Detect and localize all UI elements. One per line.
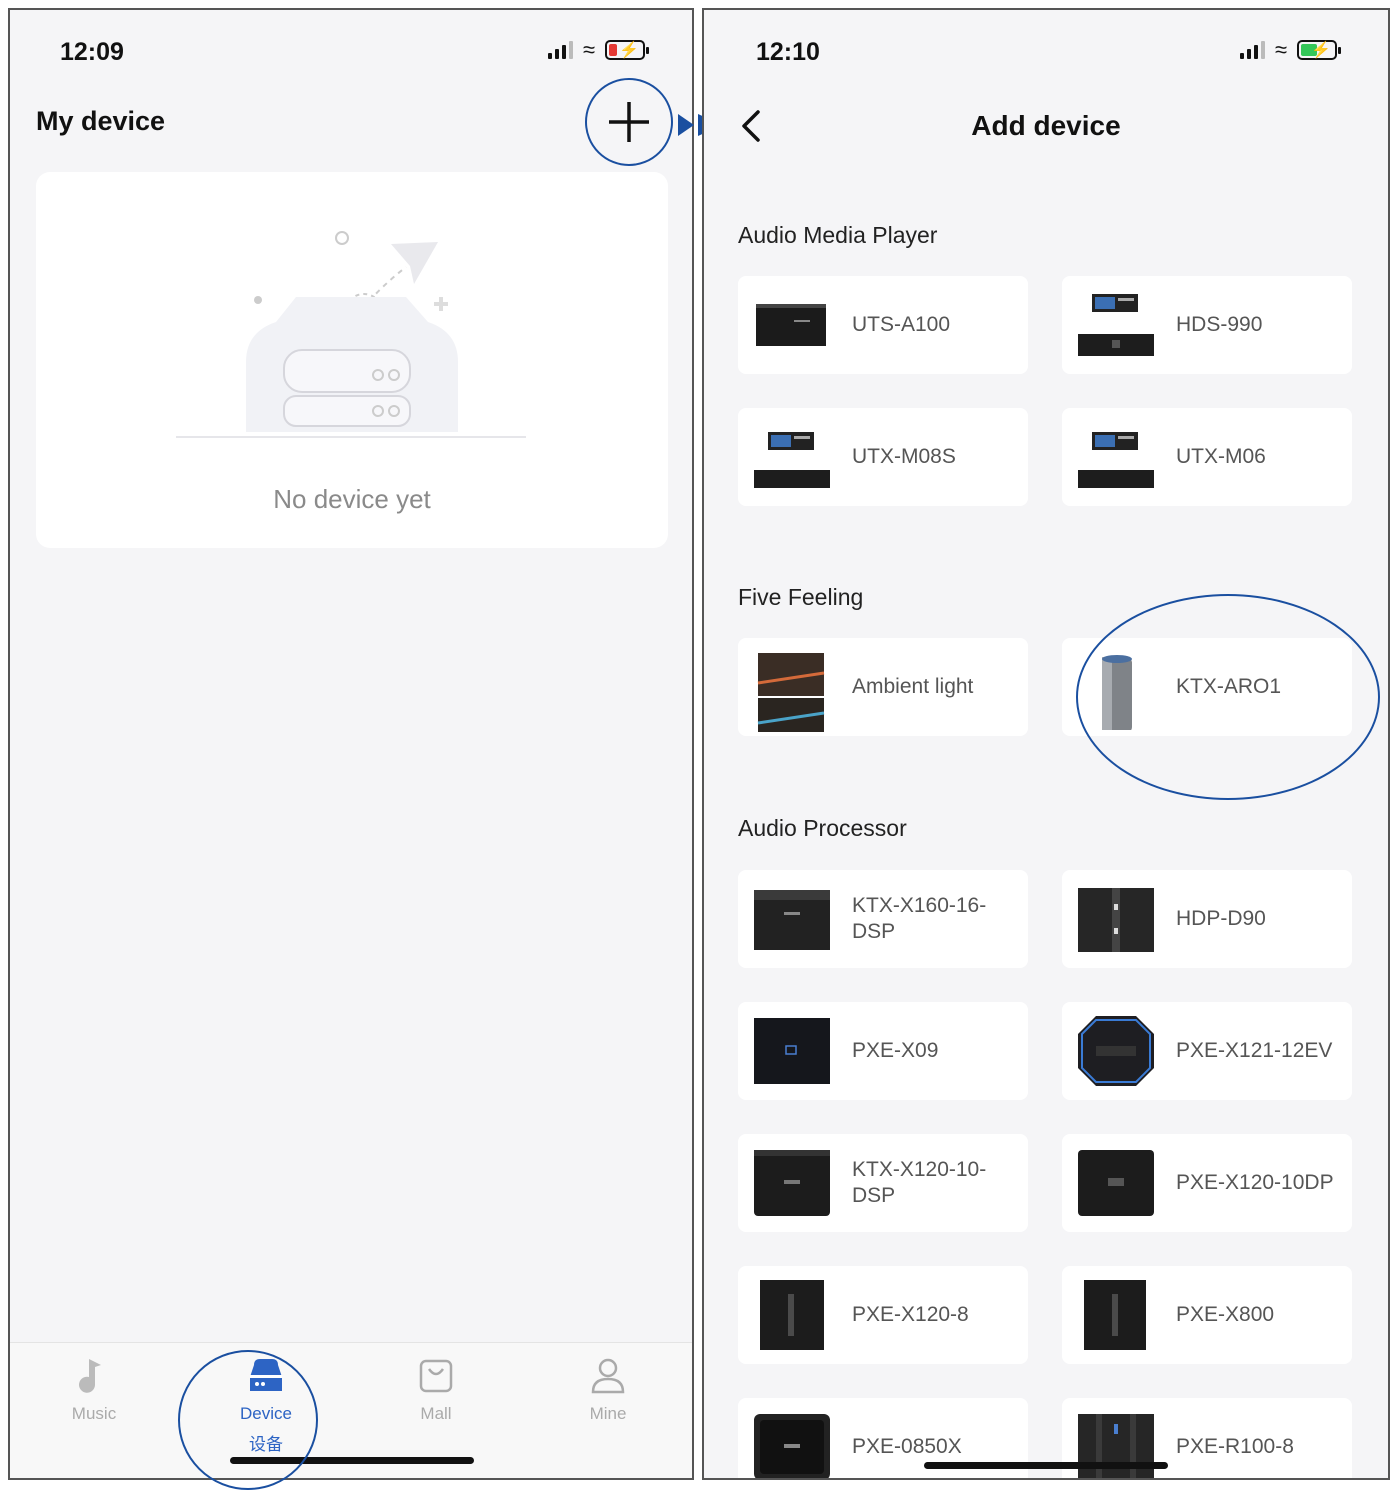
wifi-icon: ≈ — [1275, 37, 1288, 62]
device-card-hds-990[interactable]: HDS-990 — [1062, 276, 1352, 374]
device-card-ktx-x160-16-dsp[interactable]: KTX-X160-16-DSP — [738, 870, 1028, 968]
device-card-utx-m08s[interactable]: UTX-M08S — [738, 408, 1028, 506]
wifi-icon: ≈ — [583, 37, 596, 62]
empty-car-illustration-icon — [176, 231, 526, 438]
status-icons: ≈ ⚡ — [548, 37, 650, 62]
ambient-light-thumbnail-icon — [757, 653, 825, 732]
device-name: HDS-990 — [1176, 313, 1263, 336]
device-card-pxe-x800[interactable]: PXE-X800 — [1062, 1266, 1352, 1364]
battery-icon: ⚡ — [1297, 40, 1342, 60]
add-device-screen: 12:10 ≈ ⚡ Add device Audio Media Player … — [702, 8, 1390, 1480]
device-card-pxe-x120-10dp[interactable]: PXE-X120-10DP — [1062, 1134, 1352, 1232]
device-name: UTX-M08S — [852, 445, 956, 468]
person-icon — [591, 1358, 625, 1394]
signal-icon — [1240, 41, 1265, 59]
device-name: PXE-X120-8 — [852, 1303, 969, 1326]
pxe-x120-10dp-thumbnail-icon — [1078, 1150, 1154, 1216]
ktx-x120-10-dsp-thumbnail-icon — [754, 1150, 830, 1216]
utx-m08s-thumbnail-icon — [754, 432, 830, 488]
hdp-d90-thumbnail-icon — [1078, 888, 1154, 952]
empty-state-text: No device yet — [273, 484, 431, 514]
page-title: My device — [36, 106, 166, 136]
tab-music[interactable]: Music — [34, 1357, 154, 1424]
ktx-x160-16-dsp-thumbnail-icon — [754, 890, 830, 950]
section-audio-processor: Audio Processor — [738, 815, 907, 841]
pxe-0850x-thumbnail-icon — [754, 1414, 830, 1478]
device-card-pxe-x09[interactable]: PXE-X09 — [738, 1002, 1028, 1100]
device-name: PXE-X09 — [852, 1039, 939, 1062]
battery-icon: ⚡ — [605, 40, 650, 60]
music-note-icon — [79, 1359, 101, 1393]
page-title: Add device — [971, 110, 1121, 141]
pxe-r100-8-thumbnail-icon — [1078, 1414, 1154, 1478]
device-name: KTX-X120-10-DSP — [852, 1158, 987, 1207]
empty-state-card: No device yet — [36, 172, 668, 548]
device-card-ktx-x120-10-dsp[interactable]: KTX-X120-10-DSP — [738, 1134, 1028, 1232]
section-audio-media-player: Audio Media Player — [738, 222, 938, 248]
device-name: PXE-X800 — [1176, 1303, 1275, 1326]
tab-mall[interactable]: Mall — [376, 1357, 496, 1424]
device-tab-highlight-circle — [178, 1350, 318, 1490]
device-card-pxe-x121-12ev[interactable]: PXE-X121-12EV — [1062, 1002, 1352, 1100]
device-name: UTS-A100 — [852, 313, 951, 336]
tab-mine-label: Mine — [589, 1404, 627, 1423]
status-time: 12:09 — [60, 38, 124, 66]
signal-icon — [548, 41, 573, 59]
device-name: PXE-X120-10DP — [1176, 1171, 1334, 1194]
tab-bar: Music Device 设备 Mall Mine — [10, 1342, 692, 1478]
device-card-hdp-d90[interactable]: HDP-D90 — [1062, 870, 1352, 968]
pxe-x120-8-thumbnail-icon — [760, 1280, 824, 1350]
shopping-bag-icon — [419, 1359, 453, 1393]
ktx-aro1-highlight-circle — [1076, 594, 1380, 800]
plus-icon — [609, 102, 649, 142]
device-card-utx-m06[interactable]: UTX-M06 — [1062, 408, 1352, 506]
pxe-x121-12ev-thumbnail-icon — [1078, 1016, 1154, 1086]
device-name: Ambient light — [852, 675, 974, 698]
my-device-screen: 12:09 ≈ ⚡ My device No device yet Music … — [8, 8, 694, 1480]
tab-music-label: Music — [71, 1404, 117, 1423]
device-card-uts-a100[interactable]: UTS-A100 — [738, 276, 1028, 374]
device-card-pxe-x120-8[interactable]: PXE-X120-8 — [738, 1266, 1028, 1364]
hds-990-thumbnail-icon — [1078, 294, 1154, 356]
device-name: PXE-X121-12EV — [1176, 1039, 1333, 1062]
uts-a100-thumbnail-icon — [756, 304, 826, 346]
tab-mine[interactable]: Mine — [548, 1357, 668, 1424]
pxe-x800-thumbnail-icon — [1084, 1280, 1146, 1350]
status-time: 12:10 — [756, 38, 820, 66]
add-device-button[interactable] — [585, 78, 673, 166]
tab-mall-label: Mall — [420, 1404, 452, 1423]
utx-m06-thumbnail-icon — [1078, 432, 1154, 488]
pxe-x09-thumbnail-icon — [754, 1018, 830, 1084]
device-name: HDP-D90 — [1176, 907, 1266, 930]
status-icons: ≈ ⚡ — [1240, 37, 1342, 62]
device-card-ambient-light[interactable]: Ambient light — [738, 638, 1028, 736]
device-name: KTX-X160-16-DSP — [852, 894, 987, 943]
section-five-feeling: Five Feeling — [738, 584, 864, 610]
home-indicator — [924, 1462, 1168, 1469]
device-name: PXE-R100-8 — [1176, 1435, 1294, 1458]
device-name: UTX-M06 — [1176, 445, 1266, 468]
